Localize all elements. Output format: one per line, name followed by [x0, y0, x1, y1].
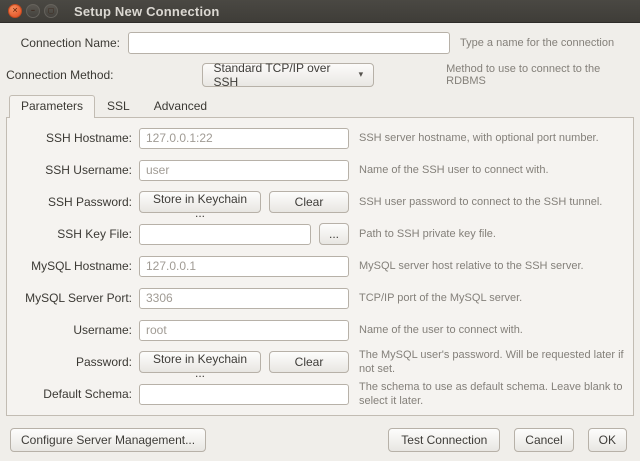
mysql-server-port-label: MySQL Server Port:: [7, 291, 139, 305]
connection-method-row: Connection Method: Standard TCP/IP over …: [4, 63, 632, 87]
mysql-hostname-input[interactable]: [139, 256, 349, 277]
ssh-key-file-label: SSH Key File:: [7, 227, 139, 241]
tab-advanced[interactable]: Advanced: [142, 95, 219, 117]
chevron-down-icon: ▾: [359, 69, 364, 80]
ssh-username-hint: Name of the SSH user to connect with.: [359, 163, 625, 177]
ssh-username-label: SSH Username:: [7, 163, 139, 177]
ssh-key-file-hint: Path to SSH private key file.: [359, 227, 625, 241]
connection-name-input[interactable]: [128, 32, 450, 54]
configure-server-management-button[interactable]: Configure Server Management...: [10, 428, 206, 452]
password-row: Password: Store in Keychain ... Clear Th…: [7, 351, 625, 373]
mysql-hostname-hint: MySQL server host relative to the SSH se…: [359, 259, 625, 273]
connection-name-hint: Type a name for the connection: [460, 37, 614, 49]
footer-bar: Configure Server Management... Test Conn…: [0, 428, 640, 452]
connection-name-label: Connection Name:: [4, 36, 124, 50]
ssh-username-row: SSH Username: Name of the SSH user to co…: [7, 159, 625, 181]
mysql-server-port-hint: TCP/IP port of the MySQL server.: [359, 291, 625, 305]
ssh-key-file-row: SSH Key File: ... Path to SSH private ke…: [7, 223, 625, 245]
password-clear-button[interactable]: Clear: [269, 351, 349, 373]
tab-bar: Parameters SSL Advanced: [9, 95, 640, 117]
password-hint: The MySQL user's password. Will be reque…: [359, 348, 625, 377]
window-title: Setup New Connection: [74, 4, 220, 19]
maximize-window-button[interactable]: ▢: [44, 4, 58, 18]
connection-method-label: Connection Method:: [4, 68, 118, 82]
ssh-hostname-label: SSH Hostname:: [7, 131, 139, 145]
username-row: Username: Name of the user to connect wi…: [7, 319, 625, 341]
ssh-password-store-keychain-button[interactable]: Store in Keychain ...: [139, 191, 261, 213]
close-window-button[interactable]: ✕: [8, 4, 22, 18]
connection-method-dropdown[interactable]: Standard TCP/IP over SSH ▾: [202, 63, 375, 87]
connection-name-row: Connection Name: Type a name for the con…: [4, 32, 632, 54]
maximize-icon: ▢: [48, 7, 55, 14]
ssh-hostname-row: SSH Hostname: SSH server hostname, with …: [7, 127, 625, 149]
ssh-key-file-input[interactable]: [139, 224, 311, 245]
default-schema-input[interactable]: [139, 384, 349, 405]
ssh-key-file-browse-button[interactable]: ...: [319, 223, 349, 245]
minimize-icon: –: [31, 7, 35, 14]
connection-method-value: Standard TCP/IP over SSH: [214, 61, 350, 89]
ssh-password-label: SSH Password:: [7, 195, 139, 209]
titlebar: ✕ – ▢ Setup New Connection: [0, 0, 640, 23]
connection-method-hint: Method to use to connect to the RDBMS: [446, 63, 632, 87]
tab-parameters[interactable]: Parameters: [9, 95, 95, 118]
cancel-button[interactable]: Cancel: [514, 428, 573, 452]
username-hint: Name of the user to connect with.: [359, 323, 625, 337]
ssh-password-row: SSH Password: Store in Keychain ... Clea…: [7, 191, 625, 213]
default-schema-row: Default Schema: The schema to use as def…: [7, 383, 625, 405]
ssh-hostname-hint: SSH server hostname, with optional port …: [359, 131, 625, 145]
parameters-panel: SSH Hostname: SSH server hostname, with …: [6, 117, 634, 416]
ssh-username-input[interactable]: [139, 160, 349, 181]
default-schema-label: Default Schema:: [7, 387, 139, 401]
ssh-password-hint: SSH user password to connect to the SSH …: [359, 195, 625, 209]
username-label: Username:: [7, 323, 139, 337]
mysql-hostname-row: MySQL Hostname: MySQL server host relati…: [7, 255, 625, 277]
default-schema-hint: The schema to use as default schema. Lea…: [359, 380, 625, 409]
username-input[interactable]: [139, 320, 349, 341]
password-store-keychain-button[interactable]: Store in Keychain ...: [139, 351, 261, 373]
test-connection-button[interactable]: Test Connection: [388, 428, 500, 452]
tab-ssl[interactable]: SSL: [95, 95, 142, 117]
mysql-server-port-input[interactable]: [139, 288, 349, 309]
close-icon: ✕: [12, 7, 18, 14]
password-label: Password:: [7, 355, 139, 369]
ok-button[interactable]: OK: [588, 428, 627, 452]
minimize-window-button[interactable]: –: [26, 4, 40, 18]
ssh-hostname-input[interactable]: [139, 128, 349, 149]
mysql-server-port-row: MySQL Server Port: TCP/IP port of the My…: [7, 287, 625, 309]
mysql-hostname-label: MySQL Hostname:: [7, 259, 139, 273]
ssh-password-clear-button[interactable]: Clear: [269, 191, 349, 213]
